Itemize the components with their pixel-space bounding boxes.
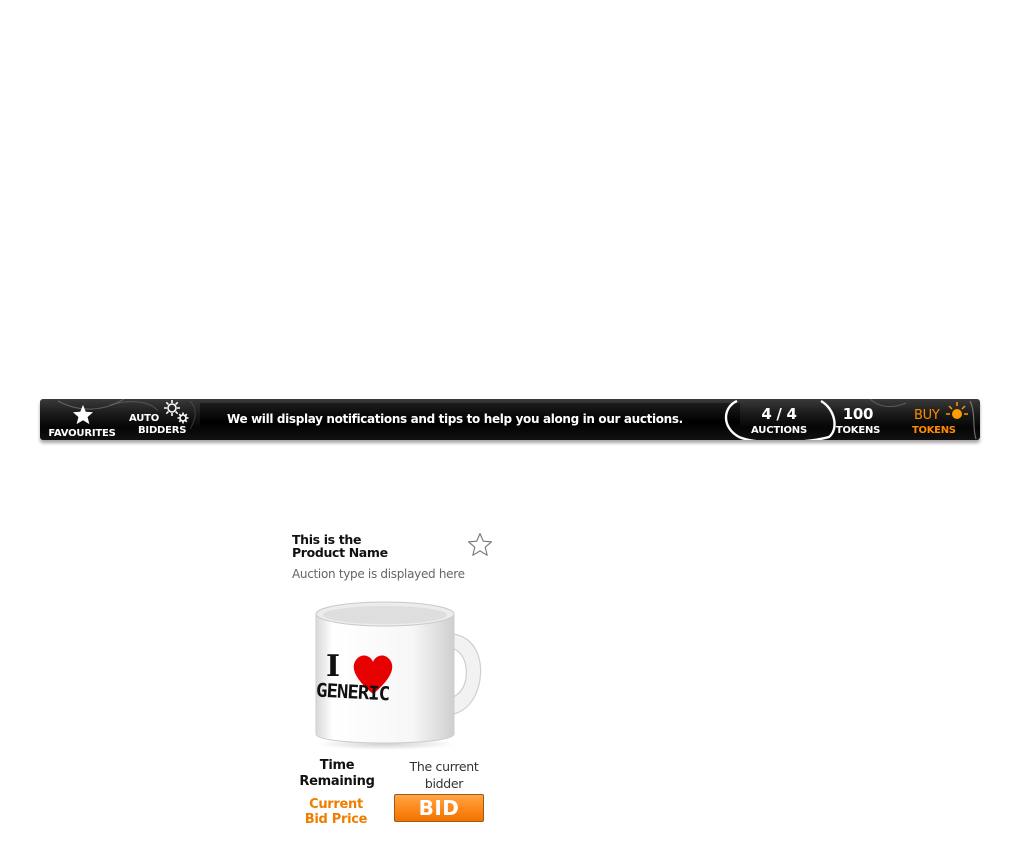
time-remaining: Time Remaining: [294, 758, 380, 790]
gears-icon: [164, 400, 189, 424]
price-line2: Bid Price: [304, 812, 368, 827]
buy-tokens-label: TOKENS: [912, 425, 956, 436]
auctions-counter[interactable]: 4 / 4 AUCTIONS: [724, 399, 836, 440]
bid-label: BID: [418, 796, 460, 820]
notification-text: We will display notifications and tips t…: [227, 412, 683, 426]
page: FAVOURITES AUTO BIDDERS We will display …: [0, 0, 1020, 868]
auction-card: This is the Product Name Auction type is…: [284, 528, 496, 828]
product-name: This is the Product Name: [292, 533, 452, 559]
current-bidder: The current bidder: [402, 758, 486, 792]
tokens-counter: 100 TOKENS: [830, 399, 886, 439]
bidder-line2: bidder: [424, 776, 464, 791]
auction-type: Auction type is displayed here: [292, 567, 465, 581]
bidder-line1: The current: [409, 759, 479, 774]
notification-area: We will display notifications and tips t…: [200, 403, 740, 435]
buy-tokens-button[interactable]: BUY TOKENS: [908, 399, 972, 439]
mug-image: I GENERIC: [315, 601, 482, 750]
auctions-label: AUCTIONS: [751, 425, 807, 436]
mug-text-generic: GENERIC: [316, 680, 391, 706]
star-outline-icon[interactable]: [467, 532, 493, 557]
tokens-count: 100: [842, 405, 874, 423]
product-name-line2: Product Name: [292, 545, 388, 560]
auto-bidders-button[interactable]: AUTO BIDDERS: [124, 399, 198, 439]
auction-toolbar: FAVOURITES AUTO BIDDERS We will display …: [40, 399, 980, 440]
auctions-count: 4 / 4: [761, 405, 797, 423]
price-line1: Current: [309, 797, 363, 812]
tokens-label: TOKENS: [835, 425, 881, 436]
sun-icon: [946, 402, 968, 419]
time-line2: Remaining: [299, 774, 375, 789]
mug-text-i: I: [326, 649, 340, 684]
time-line1: Time: [319, 758, 355, 773]
favourites-button[interactable]: FAVOURITES: [44, 401, 120, 439]
buy-label: BUY: [914, 408, 940, 423]
star-icon: [72, 404, 94, 425]
bid-button[interactable]: BID: [394, 794, 484, 822]
favourites-label: FAVOURITES: [48, 428, 116, 439]
current-bid-price: Current Bid Price: [296, 797, 376, 827]
auto-label: AUTO: [129, 413, 160, 424]
bidders-label: BIDDERS: [138, 425, 187, 436]
